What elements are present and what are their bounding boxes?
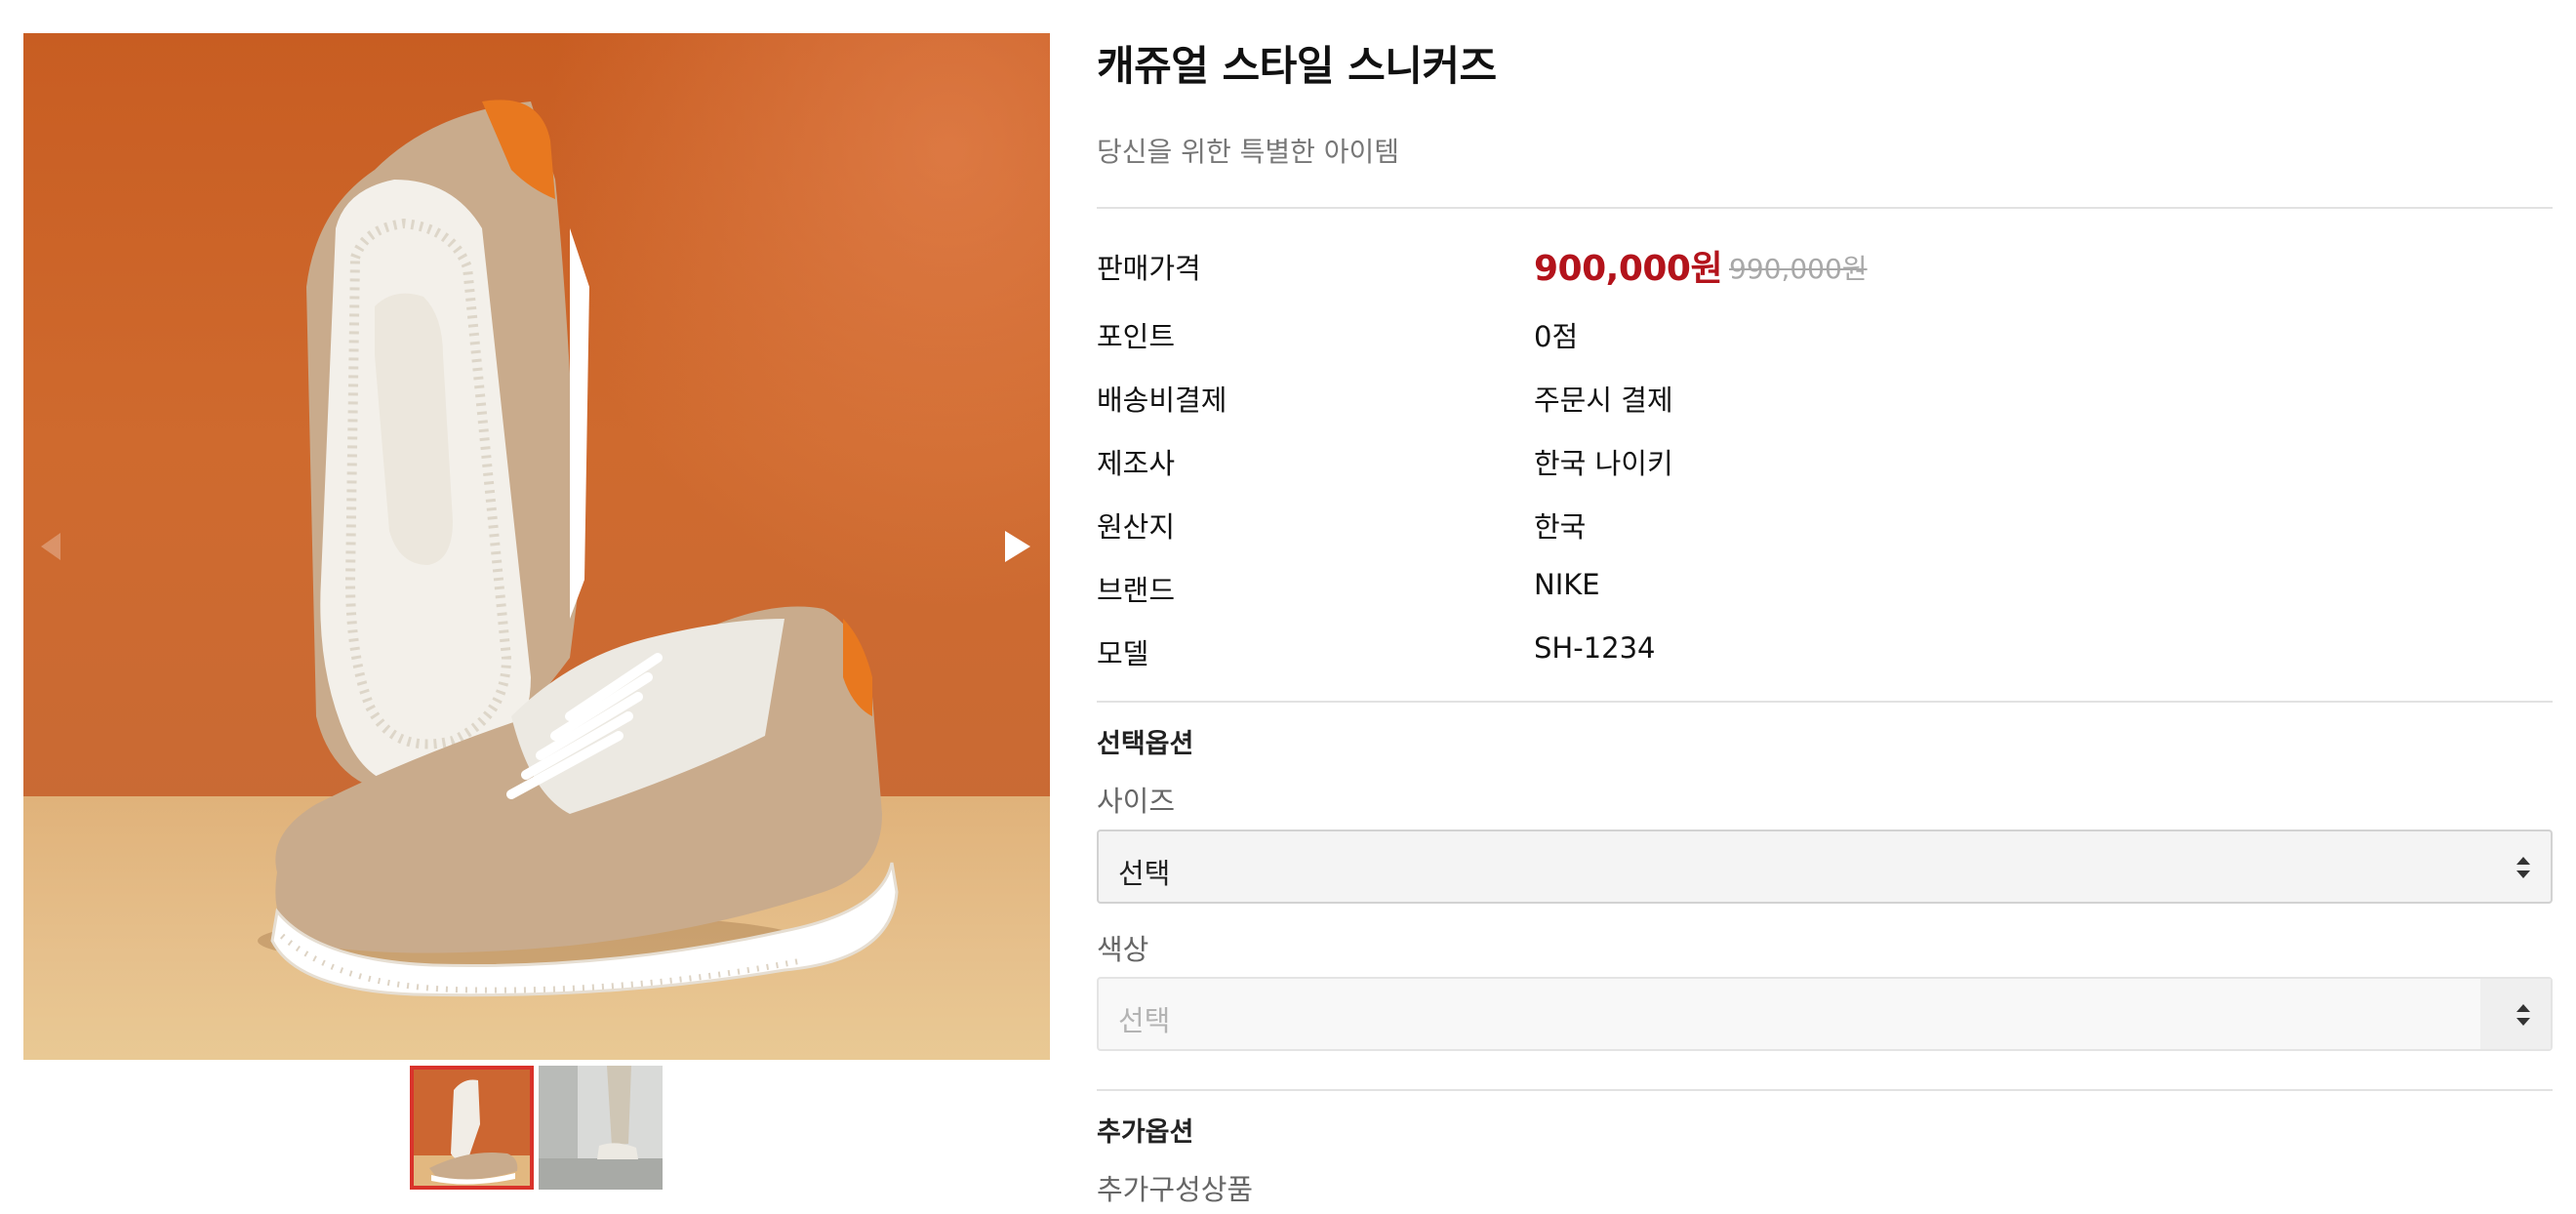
- info-label: 제조사: [1097, 447, 1176, 480]
- extra-products-label: 추가구성상품: [1097, 1173, 1254, 1206]
- chevron-right-icon: [1005, 531, 1030, 562]
- info-label: 배송비결제: [1097, 384, 1228, 417]
- sneakers-illustration: [258, 100, 899, 997]
- color-select-value: 선택: [1118, 1004, 1171, 1037]
- chevron-left-icon: [41, 533, 60, 560]
- options-section-title: 선택옵션: [1097, 729, 1194, 759]
- info-value: 한국: [1534, 510, 1587, 544]
- price-current: 900,000원: [1534, 249, 1723, 289]
- info-label: 모델: [1097, 637, 1149, 670]
- info-value: NIKE: [1534, 568, 1600, 601]
- info-row-origin: 원산지 한국: [1097, 505, 2553, 551]
- info-label: 포인트: [1097, 320, 1176, 353]
- main-product-image: [23, 33, 1050, 1060]
- divider: [1097, 207, 2553, 209]
- size-label: 사이즈: [1097, 785, 1176, 818]
- color-label: 색상: [1097, 933, 1149, 966]
- info-label: 원산지: [1097, 510, 1176, 544]
- info-row-brand: 브랜드 NIKE: [1097, 568, 2553, 615]
- thumbnail-2[interactable]: [539, 1066, 663, 1190]
- info-value: 한국 나이키: [1534, 447, 1673, 480]
- product-title: 캐쥬얼 스타일 스니커즈: [1097, 42, 1497, 90]
- color-select[interactable]: 선택: [1097, 977, 2553, 1051]
- extra-options-section-title: 추가옵션: [1097, 1117, 1194, 1148]
- size-select[interactable]: 선택: [1097, 830, 2553, 904]
- info-row-model: 모델 SH-1234: [1097, 631, 2553, 678]
- info-row-shipping: 배송비결제 주문시 결제: [1097, 378, 2553, 425]
- gallery-prev-arrow[interactable]: [35, 527, 74, 566]
- gallery-next-arrow[interactable]: [999, 527, 1038, 566]
- thumbnail-strip: [410, 1066, 663, 1190]
- select-caret-icon: [2516, 1004, 2530, 1026]
- size-select-value: 선택: [1118, 857, 1171, 890]
- price-original: 990,000원: [1729, 253, 1868, 285]
- divider: [1097, 701, 2553, 703]
- thumbnail-1[interactable]: [410, 1066, 534, 1190]
- info-label: 브랜드: [1097, 574, 1176, 607]
- info-row-point: 포인트 0점: [1097, 314, 2553, 361]
- info-value: 주문시 결제: [1534, 384, 1673, 417]
- info-value: 0점: [1534, 320, 1579, 353]
- price-label: 판매가격: [1097, 252, 1201, 285]
- select-caret-icon: [2516, 857, 2530, 878]
- divider: [1097, 1089, 2553, 1091]
- product-subtitle: 당신을 위한 특별한 아이템: [1097, 136, 1400, 168]
- price-row: 판매가격 900,000원 990,000원: [1097, 246, 2553, 293]
- info-row-manufacturer: 제조사 한국 나이키: [1097, 441, 2553, 488]
- info-value: SH-1234: [1534, 631, 1656, 665]
